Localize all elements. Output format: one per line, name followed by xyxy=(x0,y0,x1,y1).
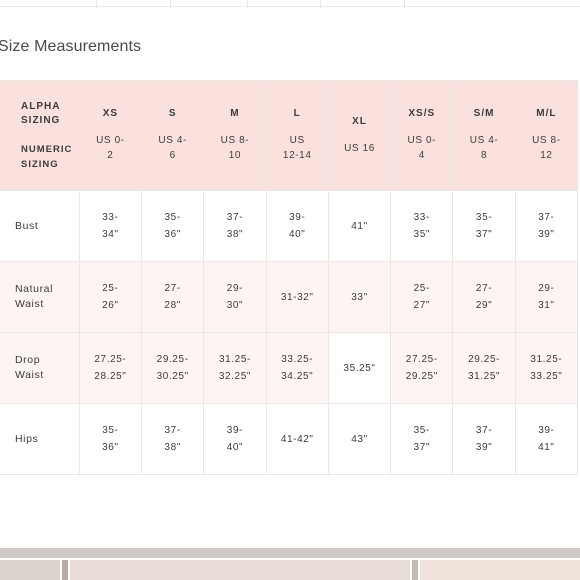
page-title: Size Measurements xyxy=(0,38,142,55)
table-row-natural-waist: Natural Waist 25- 26" 27- 28" 29- 30" 31… xyxy=(0,261,579,333)
measurement-cell: 37- 38" xyxy=(203,190,267,262)
alpha-size: S/M xyxy=(473,108,495,119)
size-measurements-table: ALPHA SIZING NUMERIC SIZING XS US 0- 2 S U… xyxy=(0,80,579,475)
size-column-header: M/L US 8- 12 xyxy=(514,80,579,191)
photo-thumbnail xyxy=(62,560,68,580)
header-corner-cell: ALPHA SIZING NUMERIC SIZING xyxy=(0,80,80,191)
measurement-cell: 35- 37" xyxy=(452,190,516,262)
measurement-cell: 37- 38" xyxy=(141,403,205,475)
numeric-sizing-label: NUMERIC SIZING xyxy=(21,143,73,170)
numeric-size: US 0- 4 xyxy=(407,135,437,161)
size-column-header: S US 4- 6 xyxy=(141,80,205,191)
table-row-bust: Bust 33- 34" 35- 36" 37- 38" 39- 40" 41"… xyxy=(0,190,579,262)
numeric-size: US 8- 10 xyxy=(220,135,250,161)
row-label: Bust xyxy=(0,190,80,262)
row-label: Natural Waist xyxy=(0,261,80,333)
alpha-size: XL xyxy=(352,115,367,127)
measurement-cell: 39- 40" xyxy=(203,403,267,475)
size-column-header: XS/S US 0- 4 xyxy=(390,80,454,191)
numeric-size: US 16 xyxy=(344,142,375,154)
measurement-cell: 37- 39" xyxy=(452,403,516,475)
alpha-size: S xyxy=(168,108,177,119)
measurement-cell: 27- 28" xyxy=(141,261,205,333)
numeric-size: US 0- 2 xyxy=(96,135,125,161)
table-header-row: ALPHA SIZING NUMERIC SIZING XS US 0- 2 S U… xyxy=(0,80,579,191)
measurement-cell: 29- 31" xyxy=(514,261,579,333)
measurement-cell: 33.25- 34.25" xyxy=(265,332,329,404)
measurement-cell: 35- 36" xyxy=(78,403,143,475)
alpha-sizing-label: ALPHA SIZING xyxy=(21,100,61,126)
row-label: Drop Waist xyxy=(0,332,80,404)
measurement-cell: 29.25- 30.25" xyxy=(141,332,205,404)
measurement-cell: 27- 29" xyxy=(452,261,516,333)
measurement-cell: 33- 35" xyxy=(390,190,454,262)
table-row-drop-waist: Drop Waist 27.25- 28.25" 29.25- 30.25" 3… xyxy=(0,332,579,404)
measurement-cell: 35.25" xyxy=(327,332,392,404)
size-column-header: M US 8- 10 xyxy=(203,80,267,191)
numeric-size: US 8- 12 xyxy=(532,135,561,161)
measurement-cell: 43" xyxy=(327,403,392,475)
measurement-cell: 27.25- 28.25" xyxy=(78,332,143,404)
measurement-cell: 31.25- 32.25" xyxy=(203,332,267,404)
photo-thumbnail xyxy=(420,560,580,580)
row-label: Hips xyxy=(0,403,80,475)
measurement-cell: 41-42" xyxy=(265,403,329,475)
measurement-cell: 29.25- 31.25" xyxy=(452,332,516,404)
numeric-size: US 4- 6 xyxy=(158,135,187,161)
size-column-header: S/M US 4- 8 xyxy=(452,80,516,191)
numeric-size: US 12-14 xyxy=(282,135,312,161)
size-column-header: L US 12-14 xyxy=(265,80,329,191)
measurement-cell: 41" xyxy=(327,190,392,262)
measurement-cell: 33- 34" xyxy=(78,190,143,262)
previous-section-fragment xyxy=(0,0,580,8)
photo-thumbnail xyxy=(412,560,418,580)
size-column-header: XS US 0- 2 xyxy=(78,80,143,191)
divider-bar xyxy=(0,548,580,558)
photo-thumbnail xyxy=(70,560,410,580)
size-column-header: XL US 16 xyxy=(327,80,392,191)
measurement-cell: 35- 37" xyxy=(390,403,454,475)
alpha-size: M/L xyxy=(536,108,557,119)
measurement-cell: 39- 41" xyxy=(514,403,579,475)
alpha-size: M xyxy=(230,108,240,119)
measurement-cell: 31-32" xyxy=(265,261,329,333)
next-section-image-strip xyxy=(0,548,580,580)
measurement-cell: 25- 27" xyxy=(390,261,454,333)
alpha-size: XS/S xyxy=(408,108,436,119)
measurement-cell: 31.25- 33.25" xyxy=(514,332,579,404)
measurement-cell: 29- 30" xyxy=(203,261,267,333)
measurement-cell: 27.25- 29.25" xyxy=(390,332,454,404)
numeric-size: US 4- 8 xyxy=(469,135,499,161)
measurement-cell: 39- 40" xyxy=(265,190,329,262)
measurement-cell: 33" xyxy=(327,261,392,333)
alpha-size: L xyxy=(293,108,301,119)
measurement-cell: 25- 26" xyxy=(78,261,143,333)
photo-thumbnail xyxy=(0,560,60,580)
measurement-cell: 37- 39" xyxy=(514,190,579,262)
alpha-size: XS xyxy=(102,108,119,119)
measurement-cell: 35- 36" xyxy=(141,190,205,262)
table-row-hips: Hips 35- 36" 37- 38" 39- 40" 41-42" 43" … xyxy=(0,403,579,475)
